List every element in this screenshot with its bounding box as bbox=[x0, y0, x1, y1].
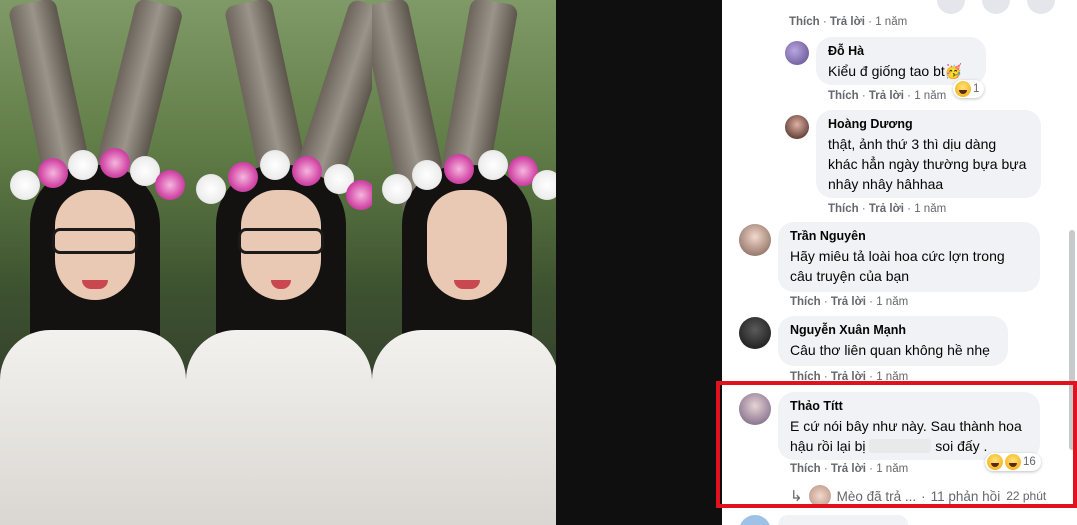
reply-link[interactable]: Trả lời bbox=[831, 463, 866, 475]
comment-time: 1 năm bbox=[876, 371, 909, 383]
censored-word bbox=[869, 439, 932, 453]
avatar[interactable] bbox=[785, 115, 809, 139]
comment-actions-top: Thích · Trả lời · 1 năm bbox=[789, 16, 908, 28]
like-link[interactable]: Thích bbox=[828, 203, 859, 215]
like-link[interactable]: Thích bbox=[789, 16, 820, 28]
photo-panel-2 bbox=[186, 0, 372, 525]
comment-author[interactable]: Hoàng Dương bbox=[828, 117, 1029, 131]
comment-bubble: Trần Nguyên Hãy miêu tả loài hoa cức lợn… bbox=[778, 222, 1040, 292]
comment-time: 1 năm bbox=[914, 90, 947, 102]
comment-actions: Thích · Trả lời · 1 năm bbox=[790, 296, 909, 308]
avatar bbox=[808, 485, 831, 507]
comment-author[interactable]: Đỗ Hà bbox=[828, 44, 974, 58]
reaction-count[interactable]: 1 bbox=[953, 80, 985, 98]
reply-link[interactable]: Trả lời bbox=[831, 371, 866, 383]
comment-actions: Thích · Trả lời · 1 năm bbox=[790, 371, 909, 383]
comments-scrollbar[interactable] bbox=[1069, 230, 1075, 450]
photo-panel-1 bbox=[0, 0, 186, 525]
like-link[interactable]: Thích bbox=[790, 296, 821, 308]
comment-actions: Thích · Trả lời · 1 năm bbox=[828, 90, 947, 102]
avatar[interactable] bbox=[785, 41, 809, 65]
avatar[interactable] bbox=[739, 393, 771, 425]
reply-arrow-icon: ↳ bbox=[790, 488, 803, 505]
comment-author[interactable]: Thảo Títt bbox=[790, 399, 1028, 413]
photo-viewer[interactable] bbox=[0, 0, 722, 525]
comment-author[interactable]: Nguyễn Xuân Mạnh bbox=[790, 323, 996, 337]
comment-author[interactable]: Trần Nguyên bbox=[790, 229, 1028, 243]
reply-link[interactable]: Trả lời bbox=[869, 203, 904, 215]
comment-bubble: Hoàng Dương thật, ảnh thứ 3 thì dịu dàng… bbox=[816, 110, 1041, 198]
comment-time: 1 năm bbox=[876, 296, 909, 308]
view-replies-link[interactable]: ↳ Mèo đã trả ... · 11 phản hồi 22 phút bbox=[790, 485, 1046, 507]
wow-icon bbox=[1005, 454, 1021, 470]
comment-bubble-partial bbox=[778, 515, 908, 525]
reply-link[interactable]: Trả lời bbox=[831, 296, 866, 308]
avatar[interactable] bbox=[739, 317, 771, 349]
photo-panel-3 bbox=[372, 0, 556, 525]
post-photo[interactable] bbox=[0, 0, 556, 525]
like-link[interactable]: Thích bbox=[828, 90, 859, 102]
comment-time: 1 năm bbox=[876, 463, 909, 475]
reply-link[interactable]: Trả lời bbox=[869, 90, 904, 102]
comment-bubble: Nguyễn Xuân Mạnh Câu thơ liên quan không… bbox=[778, 316, 1008, 366]
like-link[interactable]: Thích bbox=[790, 463, 821, 475]
reaction-count[interactable]: 16 bbox=[985, 453, 1041, 471]
comment-text: Kiểu đ giống tao bt🥳 bbox=[828, 63, 963, 79]
haha-icon bbox=[955, 81, 971, 97]
haha-icon bbox=[987, 454, 1003, 470]
reply-link[interactable]: Trả lời bbox=[830, 16, 865, 28]
comment-actions: Thích · Trả lời · 1 năm bbox=[790, 463, 909, 475]
comment-bubble: Thảo Títt E cứ nói bây như này. Sau thàn… bbox=[778, 392, 1040, 460]
avatar[interactable] bbox=[739, 224, 771, 256]
comment-text: Hãy miêu tả loài hoa cức lợn trong câu t… bbox=[790, 248, 1005, 284]
comment-time: 1 năm bbox=[875, 16, 908, 28]
comment-text: E cứ nói bây như này. Sau thành hoa hậu … bbox=[790, 418, 1022, 454]
comment-time: 1 năm bbox=[914, 203, 947, 215]
comment-actions: Thích · Trả lời · 1 năm bbox=[828, 203, 947, 215]
comment-text: thật, ảnh thứ 3 thì dịu dàng khác hẳn ng… bbox=[828, 136, 1027, 192]
comment-text: Câu thơ liên quan không hề nhẹ bbox=[790, 342, 990, 358]
comment-bubble: Đỗ Hà Kiểu đ giống tao bt🥳 bbox=[816, 37, 986, 85]
like-link[interactable]: Thích bbox=[790, 371, 821, 383]
